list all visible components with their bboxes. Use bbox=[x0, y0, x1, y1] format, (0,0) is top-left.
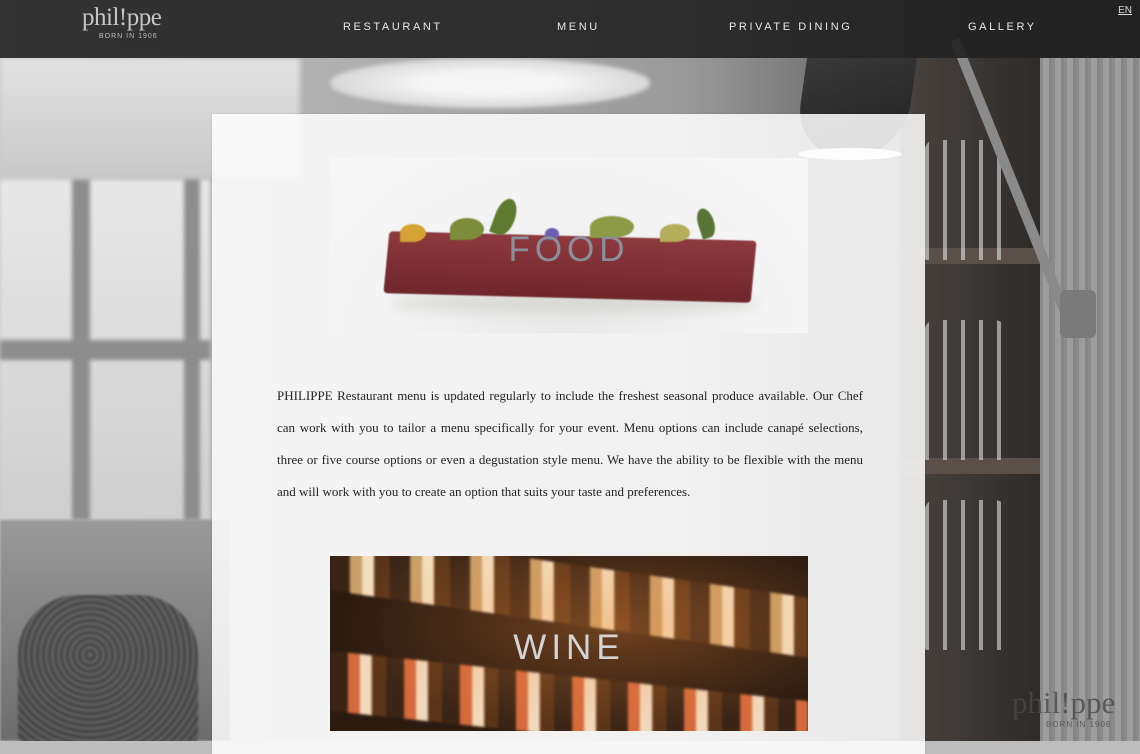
top-navbar: phil!ppe BORN IN 1906 RESTAURANT MENU PR… bbox=[0, 0, 1140, 58]
menu-content-panel: FOOD PHILIPPE Restaurant menu is updated… bbox=[212, 114, 925, 754]
background-glasses bbox=[925, 500, 1005, 650]
nav-private-dining[interactable]: PRIVATE DINING bbox=[729, 20, 852, 34]
food-banner-title: FOOD bbox=[508, 230, 630, 269]
watermark-tagline: BORN IN 1906 bbox=[1046, 720, 1112, 729]
logo-wordmark: phil!ppe bbox=[82, 4, 162, 31]
logo-link[interactable]: phil!ppe BORN IN 1906 bbox=[82, 4, 172, 42]
nav-gallery[interactable]: GALLERY bbox=[968, 20, 1037, 34]
background-window bbox=[0, 180, 210, 520]
background-chair bbox=[18, 595, 198, 741]
nav-restaurant[interactable]: RESTAURANT bbox=[343, 20, 443, 34]
watermark-logo: phil!ppe BORN IN 1906 bbox=[1012, 685, 1116, 730]
background-glasses bbox=[925, 320, 1005, 460]
watermark-wordmark: phil!ppe bbox=[1012, 685, 1116, 720]
language-switcher[interactable]: EN bbox=[1118, 5, 1132, 16]
wine-banner[interactable]: WINE bbox=[330, 556, 808, 731]
background-glasses bbox=[925, 140, 1005, 260]
food-banner[interactable]: FOOD bbox=[330, 158, 808, 333]
menu-description: PHILIPPE Restaurant menu is updated regu… bbox=[277, 388, 863, 499]
background-pendant-lamp bbox=[330, 58, 650, 108]
background-wood-wall bbox=[1040, 58, 1140, 741]
wine-banner-title: WINE bbox=[513, 628, 625, 667]
background-lamp-clamp bbox=[1060, 290, 1096, 338]
logo-tagline: BORN IN 1906 bbox=[99, 33, 158, 40]
nav-menu[interactable]: MENU bbox=[557, 20, 600, 34]
